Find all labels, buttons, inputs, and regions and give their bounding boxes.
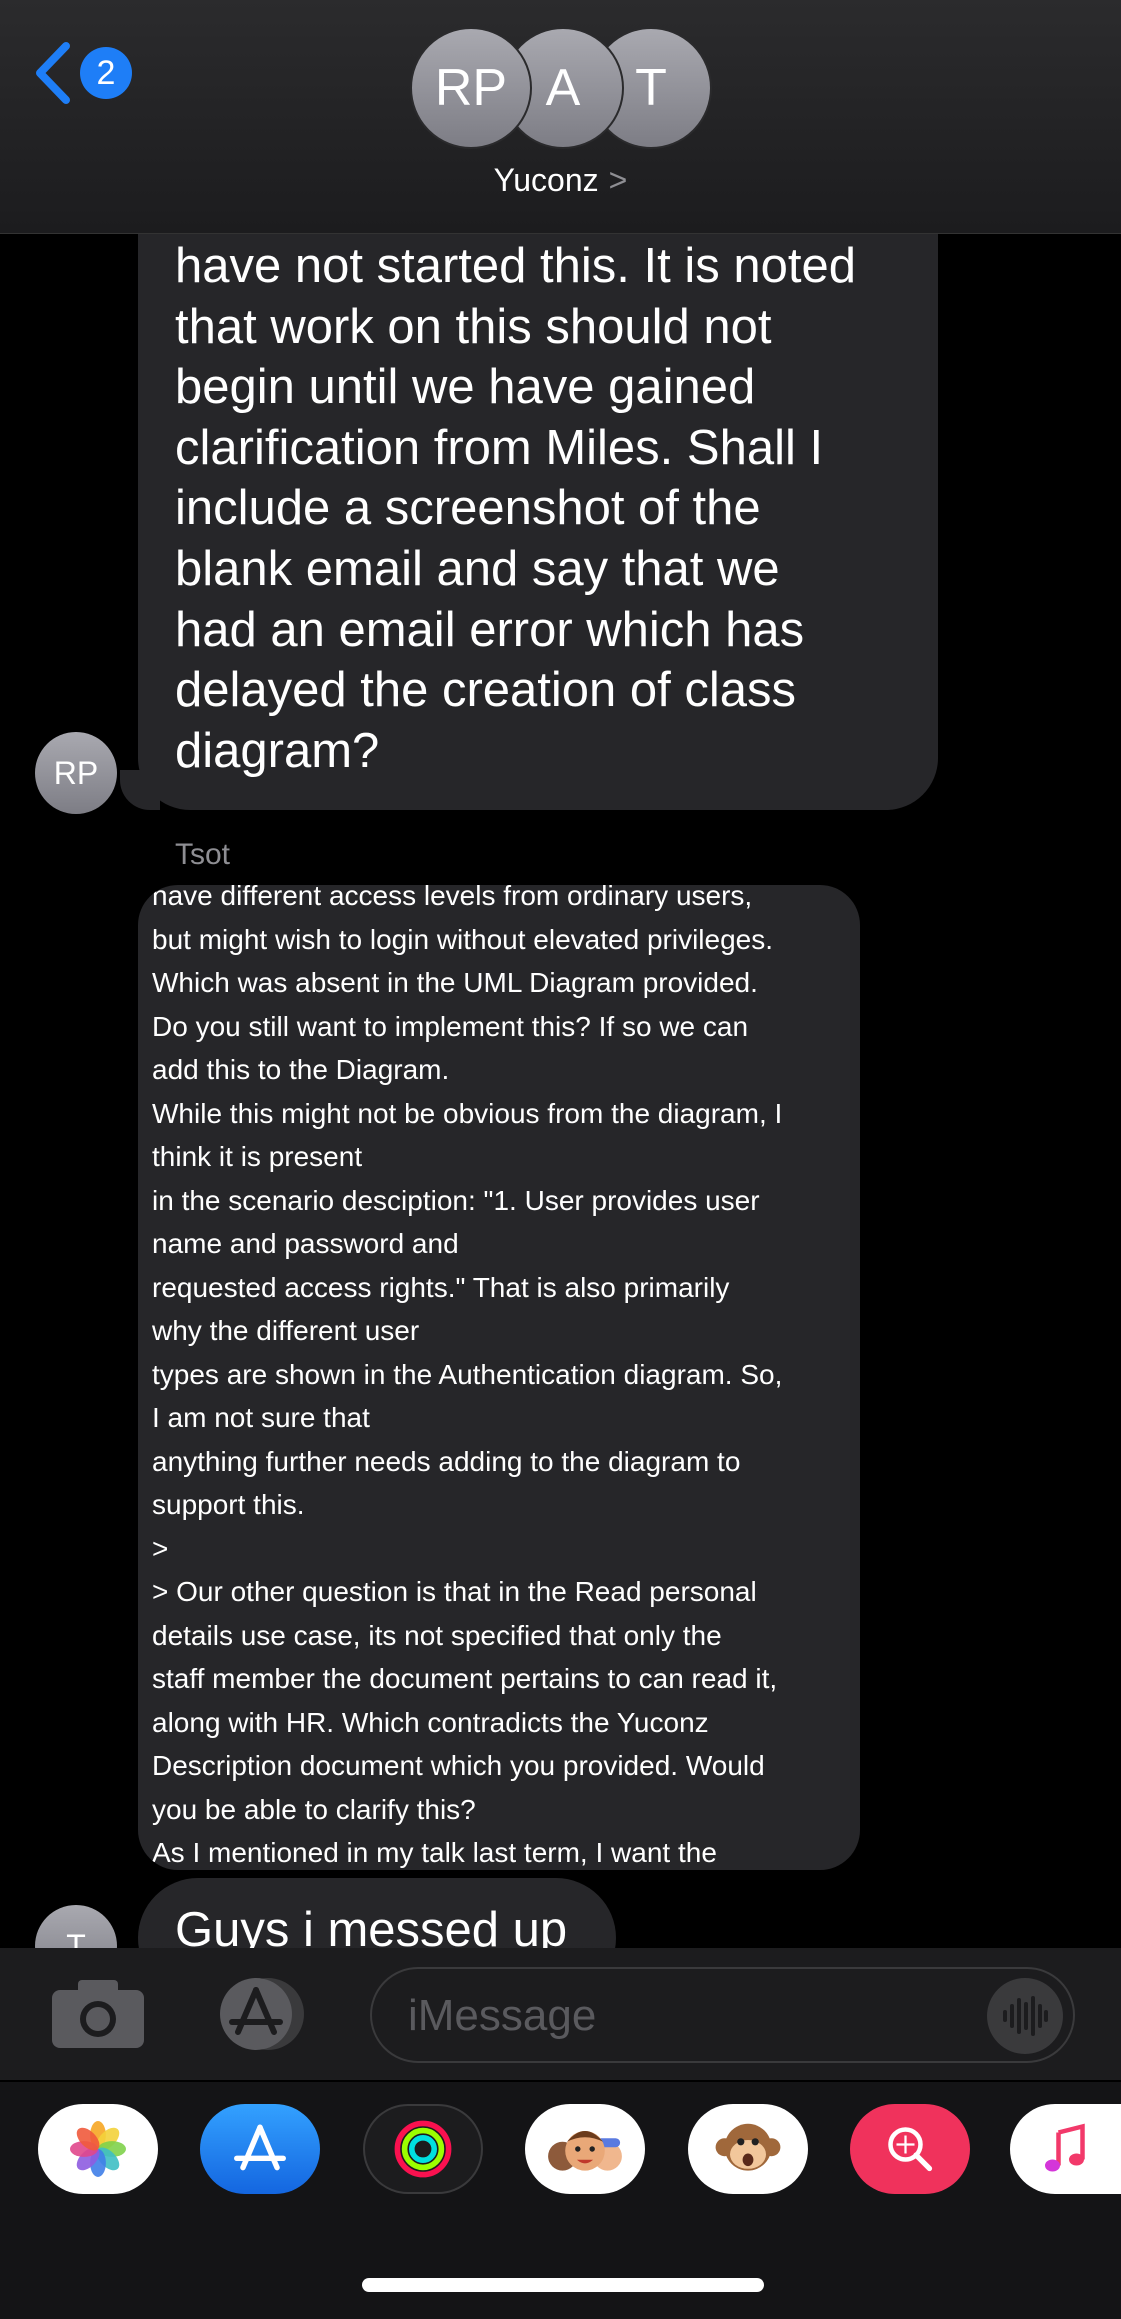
camera-button[interactable] [50,1978,146,2050]
photos-icon [70,2121,126,2177]
apps-button[interactable] [210,1976,318,2052]
image-search-app-button[interactable] [850,2104,970,2194]
chevron-right-icon: > [608,162,628,198]
avatar: RP [410,27,532,149]
chevron-left-icon [36,42,70,104]
audio-message-button[interactable] [987,1978,1063,2054]
monkey-icon [715,2123,781,2171]
sender-name: Tsot [175,838,231,871]
message-input-placeholder: iMessage [408,1991,597,2040]
photos-app-button[interactable] [38,2104,158,2194]
animoji-app-button[interactable] [688,2104,808,2194]
music-note-icon [1044,2123,1085,2172]
activity-app-button[interactable] [363,2104,483,2194]
music-app-button[interactable] [1010,2104,1121,2194]
message-input[interactable]: iMessage [370,1967,1075,2063]
message-text: have different access levels from ordina… [152,885,783,1868]
bubble-tail [120,770,160,810]
waveform-icon [1003,1996,1048,2036]
memoji-icon [548,2131,622,2171]
unread-badge: 2 [80,47,132,99]
image-search-icon [888,2127,933,2172]
message-bubble[interactable]: have not started this. It is noted that … [138,160,938,810]
activity-rings-icon [394,2120,452,2178]
memoji-app-button[interactable] [525,2104,645,2194]
compose-bar: iMessage [0,1948,1121,2080]
message-text: have not started this. It is noted that … [175,239,856,778]
camera-icon [52,1980,144,2048]
group-name-label: Yuconz [493,162,599,198]
sender-avatar[interactable]: RP [35,732,117,814]
group-name[interactable]: Yuconz > [0,162,1121,199]
back-button[interactable]: 2 [30,38,150,108]
message-bubble[interactable]: have different access levels from ordina… [138,885,860,1870]
app-store-app-button[interactable] [200,2104,320,2194]
app-store-icon [220,1978,304,2050]
app-store-icon [234,2124,286,2171]
conversation-header: 2 RP A T Yuconz > [0,0,1121,234]
group-avatars[interactable]: RP A T [410,27,720,149]
home-indicator[interactable] [362,2278,764,2292]
